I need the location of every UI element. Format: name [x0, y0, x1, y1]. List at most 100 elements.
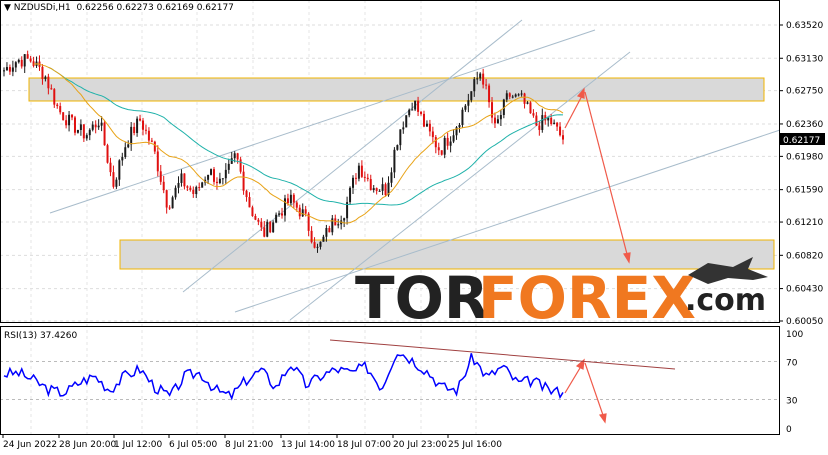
- candle-body: [523, 93, 526, 104]
- candle-body: [106, 145, 109, 163]
- candle-body: [464, 105, 467, 110]
- candle-body: [538, 125, 541, 130]
- candle-body: [186, 186, 189, 188]
- price-tick-label: 0.62750: [786, 87, 823, 97]
- candle-body: [343, 218, 346, 221]
- candle-body: [440, 150, 443, 155]
- candle-body: [85, 135, 88, 139]
- grid: [0, 0, 779, 434]
- candle-body: [227, 163, 230, 170]
- time-axis[interactable]: 24 Jun 2022 28 Jun 20:001 Jul 12:00 6 Jul …: [2, 434, 502, 450]
- candle-body: [71, 114, 74, 118]
- candle-body: [431, 131, 434, 138]
- candle-body: [384, 184, 387, 196]
- candle-body: [174, 187, 177, 198]
- candle-body: [195, 187, 198, 195]
- candle-body: [292, 194, 295, 203]
- candle-body: [73, 117, 76, 133]
- candle-body: [485, 84, 488, 86]
- rsi-tick-label: 30: [786, 397, 798, 407]
- time-tick-label: 1 Jul 12:00: [114, 440, 163, 450]
- candle-body: [499, 115, 502, 120]
- candle-body: [218, 178, 221, 184]
- candle-body: [313, 242, 316, 248]
- chart-header: ▼ NZDUSDi,H1 0.62256 0.62273 0.62169 0.6…: [4, 3, 234, 13]
- candle-body: [556, 122, 559, 127]
- rsi-pane-frame: [0, 326, 780, 435]
- candle-body: [142, 120, 145, 130]
- candle-body: [337, 224, 340, 226]
- last-price-label: 0.62177: [783, 136, 820, 146]
- candle-body: [130, 126, 133, 145]
- candle-body: [325, 228, 328, 237]
- candle-body: [452, 135, 455, 142]
- rsi-trendline[interactable]: [329, 339, 676, 370]
- candle-body: [414, 100, 417, 110]
- price-tick-label: 0.62360: [786, 120, 823, 130]
- candle-body: [260, 221, 263, 228]
- price-axis[interactable]: 0.63520 0.63130 0.62750 0.62360 0.61980 0.615…: [779, 21, 823, 327]
- candle-body: [242, 171, 245, 191]
- candle-body: [281, 213, 284, 216]
- time-tick-label: 24 Jun 2022: [3, 440, 57, 450]
- candle-body: [399, 129, 402, 146]
- price-tick-label: 0.60050: [786, 317, 823, 327]
- candle-body: [488, 85, 491, 103]
- candle-body: [88, 129, 91, 136]
- candle-body: [230, 158, 233, 164]
- candle-body: [301, 209, 304, 217]
- candle-body: [532, 113, 535, 116]
- candle-body: [168, 207, 171, 209]
- candle-body: [201, 182, 204, 188]
- resistance-zone[interactable]: [28, 77, 765, 102]
- time-tick-label: 8 Jul 21:00: [225, 440, 274, 450]
- candle-body: [493, 117, 496, 124]
- candle-body: [210, 169, 213, 175]
- candle-body: [50, 88, 53, 90]
- candle-body: [189, 187, 192, 190]
- candle-body: [473, 79, 476, 92]
- price-chart[interactable]: TOR FOREX .com RSI(13) 37.4260 0.635200.…: [0, 0, 828, 455]
- candle-body: [215, 181, 218, 184]
- rsi-tick-label: 0: [786, 425, 792, 435]
- candle-body: [76, 129, 79, 133]
- price-tick-label: 0.60430: [786, 285, 823, 295]
- candle-body: [68, 114, 71, 126]
- candle-body: [529, 102, 532, 114]
- candle-body: [476, 78, 479, 80]
- candle-body: [109, 162, 112, 173]
- candle-body: [316, 246, 319, 248]
- candle-body: [526, 102, 529, 104]
- candle-body: [283, 198, 286, 216]
- svg-text:FOREX: FOREX: [478, 264, 696, 332]
- candle-body: [136, 118, 139, 134]
- candle-body: [354, 177, 357, 179]
- candle-body: [82, 124, 85, 139]
- candle-body: [20, 59, 23, 67]
- candle-body: [366, 177, 369, 180]
- candle-body: [275, 214, 278, 223]
- candle-body: [207, 174, 210, 180]
- candle-body: [266, 221, 269, 237]
- candle-body: [405, 115, 408, 128]
- candle-body: [56, 104, 59, 107]
- candle-body: [94, 124, 97, 128]
- candle-body: [14, 62, 17, 68]
- candle-body: [124, 147, 127, 158]
- candle-body: [467, 100, 470, 106]
- candle-body: [508, 93, 511, 97]
- candle-body: [357, 165, 360, 179]
- svg-text:.com: .com: [685, 283, 766, 318]
- svg-text:TOR: TOR: [355, 264, 489, 332]
- time-tick-label: 13 Jul 14:00: [281, 440, 335, 450]
- candle-body: [159, 171, 162, 182]
- candle-body: [349, 187, 352, 203]
- candle-body: [511, 96, 514, 98]
- candle-body: [434, 137, 437, 148]
- candle-body: [559, 126, 562, 136]
- candle-body: [221, 178, 224, 180]
- candle-body: [59, 106, 62, 113]
- candle-body: [272, 222, 275, 233]
- candle-body: [352, 177, 355, 188]
- candle-body: [62, 112, 65, 121]
